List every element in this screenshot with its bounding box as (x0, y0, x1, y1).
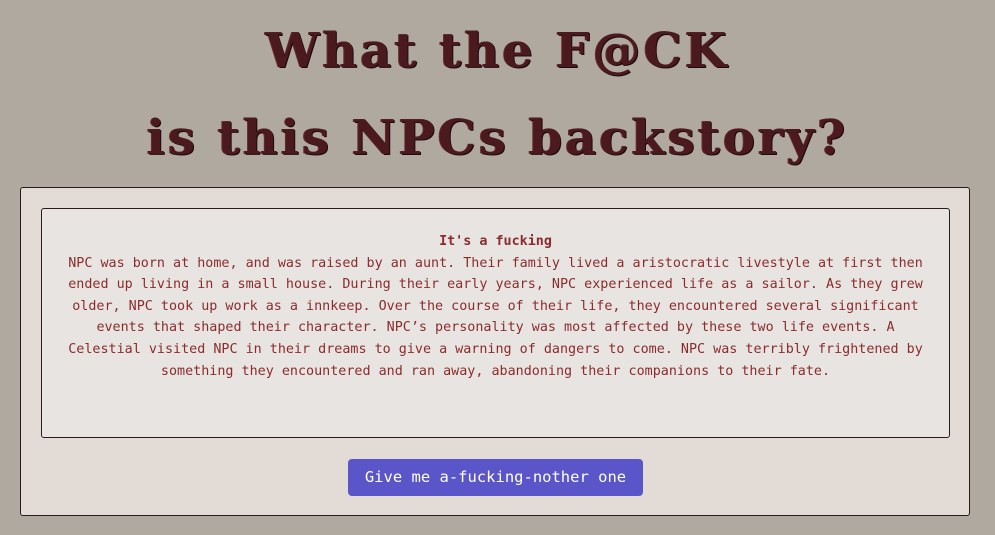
backstory-heading: It's a fucking (439, 234, 552, 249)
generator-panel: It's a fucking NPC was born at home, and… (20, 187, 970, 516)
page-title-line-1: What the F@CK (265, 23, 730, 79)
generate-another-button[interactable]: Give me a-fucking-nother one (348, 459, 643, 496)
backstory-box: It's a fucking NPC was born at home, and… (41, 208, 950, 438)
page-title-line-2: is this NPCs backstory? (146, 110, 849, 166)
backstory-text: NPC was born at home, and was raised by … (68, 255, 923, 379)
